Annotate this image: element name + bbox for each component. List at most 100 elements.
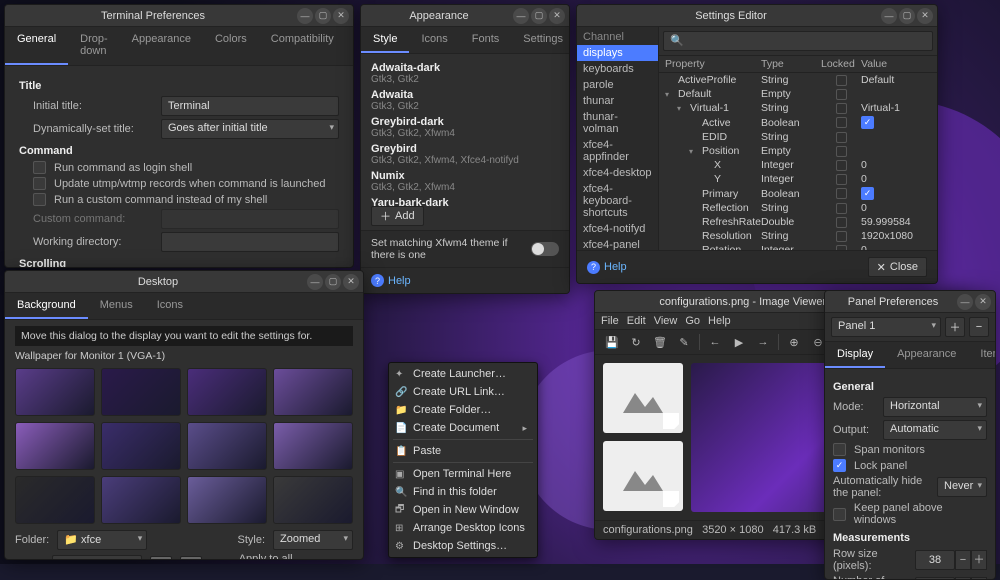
property-row[interactable]: XInteger0	[659, 158, 937, 172]
context-menu-item[interactable]: 🔍Find in this folder	[389, 483, 537, 501]
color-select[interactable]: Solid color	[52, 555, 142, 559]
add-theme-button[interactable]: ＋ Add	[371, 206, 424, 226]
property-row[interactable]: RotationInteger0	[659, 243, 937, 250]
context-menu-item[interactable]: ▣Open Terminal Here	[389, 465, 537, 483]
tab-colors[interactable]: Colors	[203, 27, 259, 65]
tab-general[interactable]: General	[5, 27, 68, 65]
login-shell-checkbox[interactable]	[33, 161, 46, 174]
context-menu-item[interactable]: 🔗Create URL Link…	[389, 383, 537, 401]
property-row[interactable]: RefreshRateDouble59.999584	[659, 215, 937, 229]
tab-style[interactable]: Style	[361, 27, 409, 53]
span-checkbox[interactable]	[833, 443, 846, 456]
prev-icon[interactable]: ←	[706, 336, 724, 348]
wallpaper-thumbnail[interactable]	[101, 476, 181, 524]
panel-select[interactable]: Panel 1	[831, 317, 941, 337]
next-icon[interactable]: →	[754, 336, 772, 348]
context-menu-item[interactable]: 📄Create Document▸	[389, 419, 537, 437]
titlebar[interactable]: Desktop —▢✕	[5, 271, 363, 293]
wallpaper-thumbnail[interactable]	[187, 368, 267, 416]
tab-compat[interactable]: Compatibility	[259, 27, 346, 65]
menu-help[interactable]: Help	[708, 315, 731, 327]
channel-item[interactable]: displays	[577, 45, 658, 61]
theme-item[interactable]: GreybirdGtk3, Gtk2, Xfwm4, Xfce4-notifyd	[371, 141, 559, 168]
tab-menus[interactable]: Menus	[88, 293, 145, 319]
tab-advanced[interactable]: Advanced	[346, 27, 354, 65]
output-select[interactable]: Automatic	[883, 420, 987, 440]
utmp-checkbox[interactable]	[33, 177, 46, 190]
match-xfwm-toggle[interactable]	[531, 242, 559, 256]
autohide-select[interactable]: Never	[937, 477, 987, 497]
context-menu-item[interactable]: 🗗Open in New Window	[389, 501, 537, 519]
tab-display[interactable]: Display	[825, 342, 885, 368]
color-swatch-1[interactable]	[150, 556, 172, 559]
titlebar[interactable]: Appearance —▢✕	[361, 5, 569, 27]
property-row[interactable]: YInteger0	[659, 172, 937, 186]
wallpaper-thumbnail[interactable]	[15, 368, 95, 416]
apply-all-checkbox[interactable]	[218, 559, 231, 560]
tab-dropdown[interactable]: Drop-down	[68, 27, 120, 65]
tab-icons[interactable]: Icons	[409, 27, 459, 53]
theme-item[interactable]: NumixGtk3, Gtk2, Xfwm4	[371, 168, 559, 195]
revert-icon[interactable]: ↻	[627, 336, 645, 349]
close-icon[interactable]: ✕	[917, 8, 933, 24]
wallpaper-thumbnail[interactable]	[187, 476, 267, 524]
tab-appearance[interactable]: Appearance	[885, 342, 968, 368]
menu-edit[interactable]: Edit	[627, 315, 646, 327]
wallpaper-thumbnail[interactable]	[15, 422, 95, 470]
add-panel-button[interactable]: ＋	[945, 317, 965, 337]
keep-above-checkbox[interactable]	[833, 508, 846, 521]
rowsize-input[interactable]	[915, 550, 955, 570]
channel-item[interactable]: xfce4-desktop	[577, 165, 658, 181]
help-button[interactable]: Help	[587, 261, 627, 274]
menu-view[interactable]: View	[654, 315, 678, 327]
tab-settings[interactable]: Settings	[511, 27, 570, 53]
context-menu-item[interactable]: ⚙Desktop Settings…	[389, 537, 537, 555]
close-button[interactable]: ✕ Close	[868, 257, 927, 277]
edit-icon[interactable]: ✎	[675, 336, 693, 349]
titlebar[interactable]: Terminal Preferences — ▢ ✕	[5, 5, 353, 27]
working-dir-input[interactable]	[161, 232, 339, 252]
context-menu-item[interactable]: ⊞Arrange Desktop Icons	[389, 519, 537, 537]
search-input[interactable]	[663, 31, 933, 51]
thumbnail[interactable]	[603, 441, 683, 511]
theme-item[interactable]: Greybird-darkGtk3, Gtk2, Xfwm4	[371, 114, 559, 141]
titlebar[interactable]: Settings Editor —▢✕	[577, 5, 937, 27]
wallpaper-thumbnail[interactable]	[273, 476, 353, 524]
wallpaper-thumbnail[interactable]	[187, 422, 267, 470]
property-row[interactable]: ResolutionString1920x1080	[659, 229, 937, 243]
mode-select[interactable]: Horizontal	[883, 397, 987, 417]
property-row[interactable]: ▾PositionEmpty	[659, 144, 937, 158]
channel-item[interactable]: xfce4-notifyd	[577, 221, 658, 237]
menu-file[interactable]: File	[601, 315, 619, 327]
tab-fonts[interactable]: Fonts	[460, 27, 512, 53]
minimize-icon[interactable]: —	[297, 8, 313, 24]
style-select[interactable]: Zoomed	[273, 530, 353, 550]
close-icon[interactable]: ✕	[975, 294, 991, 310]
wallpaper-thumbnail[interactable]	[273, 422, 353, 470]
initial-title-input[interactable]	[161, 96, 339, 116]
dec-button[interactable]: −	[955, 577, 971, 579]
minimize-icon[interactable]: —	[881, 8, 897, 24]
zoom-in-icon[interactable]: ⊕	[785, 336, 803, 349]
minimize-icon[interactable]: —	[307, 274, 323, 290]
theme-item[interactable]: Adwaita-darkGtk3, Gtk2	[371, 60, 559, 87]
tab-background[interactable]: Background	[5, 293, 88, 319]
property-row[interactable]: PrimaryBoolean	[659, 186, 937, 201]
channel-item[interactable]: thunar-volman	[577, 109, 658, 137]
minimize-icon[interactable]: —	[513, 8, 529, 24]
wallpaper-thumbnail[interactable]	[101, 422, 181, 470]
delete-icon[interactable]: 🗑	[651, 336, 669, 349]
remove-panel-button[interactable]: −	[969, 317, 989, 337]
wallpaper-thumbnail[interactable]	[101, 368, 181, 416]
maximize-icon[interactable]: ▢	[325, 274, 341, 290]
context-menu-item[interactable]: ✦Create Launcher…	[389, 365, 537, 383]
close-icon[interactable]: ✕	[343, 274, 359, 290]
thumbnail[interactable]	[603, 363, 683, 433]
minimize-icon[interactable]: —	[957, 294, 973, 310]
titlebar[interactable]: Panel Preferences —✕	[825, 291, 995, 313]
wallpaper-thumbnail[interactable]	[15, 476, 95, 524]
close-icon[interactable]: ✕	[549, 8, 565, 24]
inc-button[interactable]: ＋	[971, 577, 987, 579]
dyn-title-select[interactable]: Goes after initial title	[161, 119, 339, 139]
theme-item[interactable]: Yaru-bark-darkGtk3, Gtk2	[371, 195, 559, 206]
